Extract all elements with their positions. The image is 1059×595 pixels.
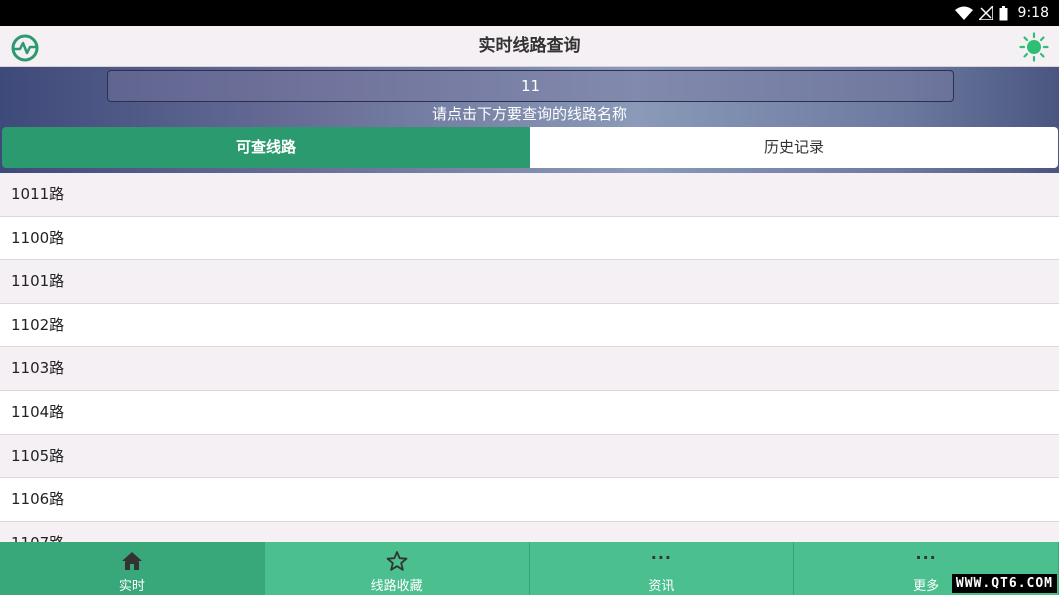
nav-label: 线路收藏 — [370, 579, 423, 594]
signal-icon — [978, 6, 993, 20]
list-item[interactable]: 1101路 — [0, 260, 1059, 304]
status-icons: 9:18 — [954, 4, 1049, 22]
bottom-nav: 实时 线路收藏 ··· 资讯 ··· 更多 — [0, 542, 1059, 595]
dots-icon: ··· — [650, 548, 672, 567]
list-item[interactable]: 1102路 — [0, 303, 1059, 348]
list-item[interactable]: 1100路 — [0, 216, 1059, 261]
nav-news[interactable]: ··· 资讯 — [529, 542, 795, 595]
list-item[interactable]: 1105路 — [0, 434, 1059, 479]
nav-label: 实时 — [118, 579, 145, 594]
sun-icon[interactable] — [1019, 32, 1049, 62]
status-bar: 9:18 — [0, 0, 1059, 26]
search-banner: 11 请点击下方要查询的线路名称 可查线路 历史记录 — [0, 67, 1059, 173]
tab-available-routes[interactable]: 可查线路 — [2, 127, 530, 168]
route-list: 1011路 1100路 1101路 1102路 1103路 1104路 1105… — [0, 173, 1059, 542]
nav-label: 资讯 — [648, 579, 675, 594]
search-hint: 请点击下方要查询的线路名称 — [431, 105, 627, 123]
star-icon — [386, 551, 408, 571]
home-icon — [121, 552, 142, 570]
wifi-icon — [954, 6, 973, 20]
nav-realtime[interactable]: 实时 — [0, 542, 265, 595]
page-title: 实时线路查询 — [478, 36, 581, 56]
tab-bar: 可查线路 历史记录 — [2, 127, 1058, 168]
list-item[interactable]: 1104路 — [0, 390, 1059, 435]
title-bar: 实时线路查询 — [0, 26, 1059, 67]
route-search-input[interactable]: 11 — [107, 70, 954, 102]
status-time: 9:18 — [1017, 5, 1049, 21]
nav-favorites[interactable]: 线路收藏 — [264, 542, 530, 595]
dots-icon: ··· — [915, 548, 937, 567]
tab-history[interactable]: 历史记录 — [530, 127, 1058, 168]
watermark: WWW.QT6.COM — [951, 574, 1057, 593]
battery-icon — [999, 5, 1008, 20]
list-item[interactable]: 1011路 — [0, 173, 1059, 217]
list-item[interactable]: 1107路 — [0, 521, 1059, 542]
list-item[interactable]: 1106路 — [0, 478, 1059, 522]
list-item[interactable]: 1103路 — [0, 347, 1059, 391]
